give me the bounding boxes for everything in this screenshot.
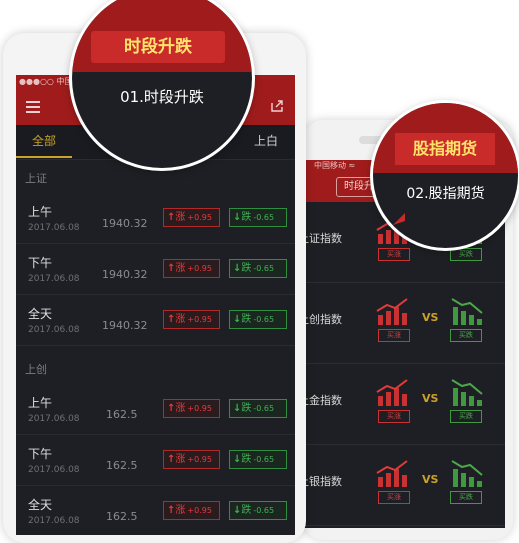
rise-label: 涨 xyxy=(175,212,186,223)
index-value: 1940.32 xyxy=(102,217,148,230)
fall-delta: -0.65 xyxy=(253,506,275,515)
fall-label: 跌 xyxy=(241,212,252,223)
buy-up-button[interactable]: 买涨 xyxy=(378,248,410,261)
fall-delta: -0.65 xyxy=(253,213,275,222)
fall-button[interactable]: ↓跌 -0.65 xyxy=(229,450,287,469)
index-name: 上金指数 xyxy=(300,394,342,407)
section-header: 上创 xyxy=(25,363,47,376)
futures-row[interactable]: 上金指数 VS 买涨 买跌 xyxy=(300,364,505,445)
period-label: 上午 xyxy=(28,396,53,410)
rise-delta: +0.95 xyxy=(187,315,212,324)
buy-down-button[interactable]: 买跌 xyxy=(450,248,482,261)
fall-label: 跌 xyxy=(241,314,252,325)
period-label: 上午 xyxy=(28,205,53,219)
buy-down-button[interactable]: 买跌 xyxy=(450,491,482,504)
period-label: 下午 xyxy=(28,447,53,461)
fall-label: 跌 xyxy=(241,263,252,274)
rise-button[interactable]: ↑涨 +0.95 xyxy=(163,310,220,329)
rise-delta: +0.95 xyxy=(187,404,212,413)
period-row: 上午 2017.06.08 1940.32 ↑涨 +0.95 ↓跌 -0.65 xyxy=(16,192,295,244)
rise-label: 涨 xyxy=(175,403,186,414)
rise-delta: +0.95 xyxy=(187,506,212,515)
callout-tab-label: 时段升跌 xyxy=(91,31,225,63)
futures-row[interactable]: 上创指数 VS 买涨 买跌 xyxy=(300,283,505,364)
rise-button[interactable]: ↑涨 +0.95 xyxy=(163,208,220,227)
vs-label: VS xyxy=(422,311,439,324)
fall-delta: -0.65 xyxy=(253,455,275,464)
trend-down-icon xyxy=(451,460,483,487)
fall-button[interactable]: ↓跌 -0.65 xyxy=(229,259,287,278)
section-header: 上证 xyxy=(25,172,47,185)
trend-up-icon xyxy=(376,298,408,325)
index-name: 上银指数 xyxy=(300,475,342,488)
vs-label: VS xyxy=(422,473,439,486)
rise-button[interactable]: ↑涨 +0.95 xyxy=(163,501,220,520)
fall-label: 跌 xyxy=(241,403,252,414)
menu-icon[interactable] xyxy=(26,100,40,114)
futures-row[interactable]: 上银指数 VS 买涨 买跌 xyxy=(300,445,505,526)
callout-caption: 02.股指期货 xyxy=(406,186,485,202)
callout-index-futures: 股指期货 02.股指期货 xyxy=(373,103,518,248)
rise-delta: +0.95 xyxy=(187,213,212,222)
trend-up-icon xyxy=(376,379,408,406)
vs-label: VS xyxy=(422,392,439,405)
fall-delta: -0.65 xyxy=(253,315,275,324)
fall-button[interactable]: ↓跌 -0.65 xyxy=(229,399,287,418)
callout-caption: 01.时段升跌 xyxy=(120,88,204,106)
period-date: 2017.06.08 xyxy=(28,325,80,335)
buy-down-button[interactable]: 买跌 xyxy=(450,410,482,423)
rise-button[interactable]: ↑涨 +0.95 xyxy=(163,399,220,418)
fall-delta: -0.65 xyxy=(253,404,275,413)
period-date: 2017.06.08 xyxy=(28,274,80,284)
fall-label: 跌 xyxy=(241,454,252,465)
fall-button[interactable]: ↓跌 -0.65 xyxy=(229,501,287,520)
rise-label: 涨 xyxy=(175,314,186,325)
rise-label: 涨 xyxy=(175,263,186,274)
callout-tab-label: 股指期货 xyxy=(395,133,495,165)
fall-button[interactable]: ↓跌 -0.65 xyxy=(229,208,287,227)
period-date: 2017.06.08 xyxy=(28,414,80,424)
period-row: 下午 2017.06.08 162.5 ↑涨 +0.95 ↓跌 -0.65 xyxy=(16,434,295,486)
rise-delta: +0.95 xyxy=(187,455,212,464)
index-value: 162.5 xyxy=(106,459,138,472)
flag-icon xyxy=(393,213,405,225)
period-label: 全天 xyxy=(28,498,53,512)
fall-button[interactable]: ↓跌 -0.65 xyxy=(229,310,287,329)
tab-all[interactable]: 全部 xyxy=(16,125,72,158)
rise-button[interactable]: ↑涨 +0.95 xyxy=(163,259,220,278)
buy-down-button[interactable]: 买跌 xyxy=(450,329,482,342)
period-label: 下午 xyxy=(28,256,53,270)
period-date: 2017.06.08 xyxy=(28,516,80,526)
period-date: 2017.06.08 xyxy=(28,223,80,233)
buy-up-button[interactable]: 买涨 xyxy=(378,329,410,342)
index-value: 1940.32 xyxy=(102,268,148,281)
period-row: 全天 2017.06.08 1940.32 ↑涨 +0.95 ↓跌 -0.65 xyxy=(16,294,295,346)
period-row: 下午 2017.06.08 1940.32 ↑涨 +0.95 ↓跌 -0.65 xyxy=(16,243,295,295)
index-value: 162.5 xyxy=(106,510,138,523)
rise-label: 涨 xyxy=(175,505,186,516)
buy-up-button[interactable]: 买涨 xyxy=(378,491,410,504)
fall-label: 跌 xyxy=(241,505,252,516)
fall-delta: -0.65 xyxy=(253,264,275,273)
trend-down-icon xyxy=(451,298,483,325)
rise-button[interactable]: ↑涨 +0.95 xyxy=(163,450,220,469)
rise-delta: +0.95 xyxy=(187,264,212,273)
rise-label: 涨 xyxy=(175,454,186,465)
period-label: 全天 xyxy=(28,307,53,321)
period-row: 上午 2017.06.08 162.5 ↑涨 +0.95 ↓跌 -0.65 xyxy=(16,383,295,435)
index-name: 上证指数 xyxy=(300,232,342,245)
index-value: 162.5 xyxy=(106,408,138,421)
share-icon[interactable] xyxy=(270,99,284,113)
index-name: 上创指数 xyxy=(300,313,342,326)
trend-down-icon xyxy=(451,379,483,406)
buy-up-button[interactable]: 买涨 xyxy=(378,410,410,423)
trend-up-icon xyxy=(376,460,408,487)
tab-shangbai[interactable]: 上白 xyxy=(254,125,278,158)
index-value: 1940.32 xyxy=(102,319,148,332)
period-date: 2017.06.08 xyxy=(28,465,80,475)
